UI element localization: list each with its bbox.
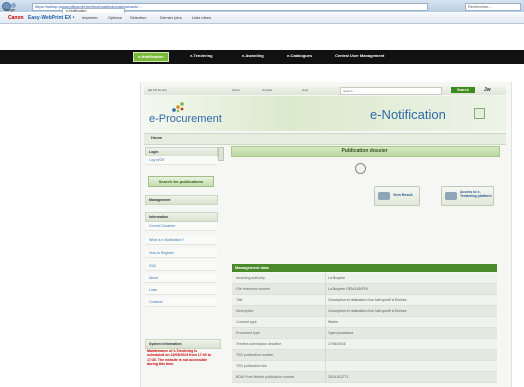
sidebar-item-about[interactable]: About — [145, 274, 217, 283]
nav-e-notification[interactable]: e-Notification — [133, 52, 169, 62]
dossier-status-icon — [355, 163, 366, 174]
table-divider — [325, 350, 326, 360]
site-search-button[interactable]: Search — [451, 87, 475, 93]
table-cell-label: Contract type — [236, 320, 257, 324]
table-row: Contract type Works — [232, 317, 497, 328]
management-data-title: Management data — [235, 265, 269, 270]
table-divider — [325, 284, 326, 294]
e-procurement-logo[interactable]: e-Procurement — [149, 113, 222, 125]
table-cell-label: TED publication link — [236, 364, 267, 368]
bookmarks-toolbar — [0, 13, 524, 24]
sidebar-item-links[interactable]: Links — [145, 286, 217, 295]
table-row: File reference number La Bruyère GEN/145/… — [232, 284, 497, 295]
table-divider — [325, 273, 326, 283]
table-cell-value: 17/06/2016 — [328, 342, 346, 346]
table-divider — [325, 372, 326, 382]
car-icon — [378, 192, 390, 200]
access-e-tendering-button[interactable]: Access to e-Tendering platform — [441, 186, 494, 206]
table-cell-label: Description — [236, 309, 254, 313]
table-row: Title Conception et réalisation d'un hall… — [232, 295, 497, 306]
table-cell-value: Conception et réalisation d'un hall spor… — [328, 298, 407, 302]
table-cell-label: Procedure type — [236, 331, 260, 335]
sidebar-heading-information: Information — [145, 212, 218, 222]
table-row: Awarding authority La Bruyère — [232, 273, 497, 284]
selection-button[interactable]: Sélection — [130, 15, 146, 20]
system-information-text: Maintenance of e-Tendering is scheduled … — [147, 349, 211, 367]
table-cell-label: BDA/ Free Market publication number — [236, 375, 295, 379]
table-divider — [325, 361, 326, 371]
tab-google[interactable]: Google — [4, 8, 28, 12]
last-jobs-button[interactable]: Dernier jobs — [160, 15, 182, 20]
canon-logo: Canon — [8, 15, 24, 21]
breadcrumb-home[interactable]: Home — [151, 135, 162, 140]
browser-search-box[interactable]: Rechercher... — [465, 3, 521, 11]
easy-webprint-button[interactable]: Easy-WebPrint EX • — [28, 15, 74, 21]
table-row: Tenders submission deadline 17/06/2016 — [232, 339, 497, 350]
table-cell-value: Conception et réalisation d'un hall spor… — [328, 309, 407, 313]
page-title: e-Notification — [370, 107, 446, 122]
print-button[interactable]: Imprimer — [82, 15, 98, 20]
sidebar-heading-management: Management — [145, 195, 218, 205]
table-cell-value: Works — [328, 320, 338, 324]
table-divider — [325, 306, 326, 316]
help-link[interactable]: Help — [302, 88, 308, 92]
table-row: BDA/ Free Market publication number 2016-… — [232, 372, 497, 383]
sidebar-item-login[interactable]: Log in/Off — [145, 156, 217, 165]
breadcrumb — [144, 133, 506, 145]
language-links[interactable]: DE FR NL EN — [148, 88, 167, 92]
table-divider — [325, 328, 326, 338]
table-cell-value: 2016-512771 — [328, 375, 349, 379]
table-cell-value: La Bruyère GEN/145/P16 — [328, 287, 368, 291]
access-e-tendering-label: Access to e-Tendering platform — [460, 190, 492, 198]
options-button[interactable]: Options — [108, 15, 122, 20]
table-cell-label: Tenders submission deadline — [236, 342, 282, 346]
sidebar-item-faq[interactable]: FAQ — [145, 262, 217, 271]
publication-dossier-title: Publication dossier — [341, 148, 388, 154]
site-search-input[interactable]: Search... — [340, 87, 442, 95]
table-cell-label: Awarding authority — [236, 276, 265, 280]
list-button[interactable]: Liste elbes — [192, 15, 211, 20]
sidebar-item-contacts[interactable]: Contacts — [145, 298, 217, 307]
table-cell-value: Open procedure — [328, 331, 354, 335]
car-icon — [445, 192, 457, 200]
management-data-header — [232, 264, 497, 272]
sidebar-collapse-handle[interactable] — [218, 147, 224, 161]
view-result-button[interactable]: View Result — [374, 186, 420, 206]
table-row: TED publication number — [232, 350, 497, 361]
about-link[interactable]: About — [232, 88, 240, 92]
table-divider — [325, 317, 326, 327]
nav-e-awarding[interactable]: e-Awarding — [238, 52, 268, 60]
table-row: Procedure type Open procedure — [232, 328, 497, 339]
table-divider — [325, 339, 326, 349]
sidebar-item-how-to-register[interactable]: How to Register — [145, 249, 217, 258]
table-cell-label: Title — [236, 298, 243, 302]
contact-link[interactable]: Contact — [262, 88, 272, 92]
table-row: Description Conception et réalisation d'u… — [232, 306, 497, 317]
sidebar-item-what-is[interactable]: What is e-Notification? — [145, 236, 217, 245]
application-icon — [474, 108, 485, 119]
view-result-label: View Result — [393, 193, 413, 197]
sidebar-item-current-dossiers[interactable]: Correct Dossiers — [145, 222, 217, 231]
table-divider — [325, 295, 326, 305]
table-cell-label: File reference number — [236, 287, 271, 291]
nav-central-user-management[interactable]: Central User Management — [331, 52, 388, 60]
system-information-heading: System information — [145, 339, 221, 349]
table-row: TED publication link — [232, 361, 497, 372]
nav-e-catalogues[interactable]: e-Catalogues — [283, 52, 316, 60]
language-code: Jw — [484, 87, 491, 93]
table-cell-label: TED publication number — [236, 353, 274, 357]
e-procurement-logo-icon — [172, 102, 184, 113]
nav-e-tendering[interactable]: e-Tendering — [186, 52, 217, 60]
table-cell-value: La Bruyère — [328, 276, 346, 280]
search-publications-button[interactable]: Search for publications — [148, 176, 214, 187]
